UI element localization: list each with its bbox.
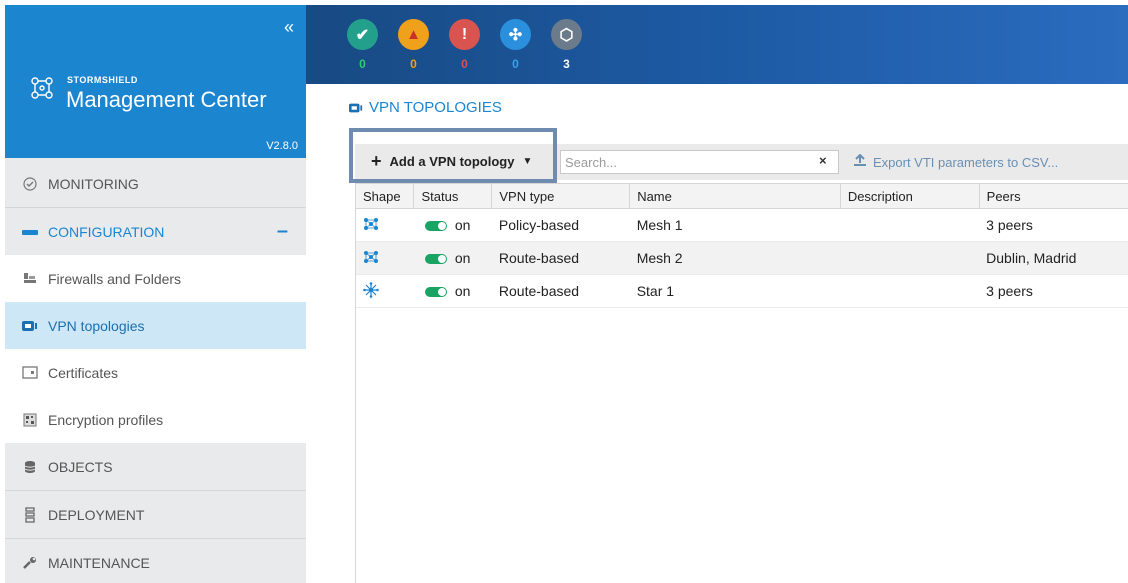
database-icon xyxy=(22,459,38,475)
vpn-type-cell: Route-based xyxy=(491,241,630,275)
shape-cell xyxy=(356,208,414,242)
name-cell: Mesh 2 xyxy=(629,241,841,275)
star-icon xyxy=(363,281,379,298)
nav-objects[interactable]: OBJECTS xyxy=(5,443,306,490)
certificate-icon xyxy=(22,365,38,381)
nav-configuration[interactable]: CONFIGURATION – xyxy=(5,208,306,255)
sidebar-item-firewalls[interactable]: Firewalls and Folders xyxy=(5,255,306,302)
version-label: V2.8.0 xyxy=(266,140,298,152)
vpn-type-cell: Policy-based xyxy=(491,208,630,242)
page-title: VPN TOPOLOGIES xyxy=(369,99,502,116)
wrench-icon xyxy=(22,555,38,571)
sidebar-item-label: VPN topologies xyxy=(48,317,145,334)
error-icon[interactable]: ! xyxy=(449,19,480,50)
sidebar: « STORMSHIELD Management Center V2.8.0 M… xyxy=(5,5,306,583)
vpn-icon xyxy=(22,318,38,334)
peers-cell: 3 peers xyxy=(979,208,1128,242)
page-header: VPN TOPOLOGIES xyxy=(349,99,502,116)
encryption-icon xyxy=(22,412,38,428)
nav-maintenance-label: MAINTENANCE xyxy=(48,554,150,571)
upload-icon xyxy=(853,153,867,170)
peers-cell: Dublin, Madrid xyxy=(979,241,1128,275)
description-cell xyxy=(840,208,980,242)
nav-monitoring[interactable]: MONITORING xyxy=(5,160,306,207)
vpn-icon xyxy=(349,103,363,112)
vpn-topology-table: Shape Status VPN type Name Description P… xyxy=(355,183,1128,583)
column-header-vpn-type[interactable]: VPN type xyxy=(491,183,631,209)
cube-icon[interactable]: ⬡ xyxy=(551,19,582,50)
status-toggle[interactable] xyxy=(424,254,447,265)
nav-monitoring-label: MONITORING xyxy=(48,175,139,192)
description-cell xyxy=(840,274,980,308)
sidebar-item-label: Certificates xyxy=(48,364,119,381)
search-input[interactable] xyxy=(560,150,839,174)
network-count: 0 xyxy=(512,57,519,71)
cube-count: 3 xyxy=(563,57,570,71)
warning-icon[interactable]: ▲ xyxy=(398,19,429,50)
error-count: 0 xyxy=(461,57,468,71)
nav-configuration-label: CONFIGURATION xyxy=(48,223,165,240)
highlight-frame xyxy=(349,128,557,183)
network-icon[interactable]: ✣ xyxy=(500,19,531,50)
configuration-icon xyxy=(22,224,38,240)
shape-cell xyxy=(356,274,414,308)
column-header-shape[interactable]: Shape xyxy=(356,183,415,209)
ok-count: 0 xyxy=(359,57,366,71)
status-label: on xyxy=(454,250,471,266)
sidebar-item-label: Firewalls and Folders xyxy=(48,270,182,287)
status-toggle[interactable] xyxy=(424,221,447,232)
status-cell: on xyxy=(413,208,492,242)
firewall-icon xyxy=(22,271,38,287)
column-header-name[interactable]: Name xyxy=(629,183,841,209)
nav-maintenance[interactable]: MAINTENANCE xyxy=(5,539,306,583)
status-label: on xyxy=(454,217,471,233)
table-row[interactable]: on Route-based Star 1 3 peers xyxy=(356,274,1128,308)
table-row[interactable]: on Route-based Mesh 2 Dublin, Madrid xyxy=(356,241,1128,275)
nav-deployment[interactable]: DEPLOYMENT xyxy=(5,491,306,538)
clear-search-icon[interactable]: × xyxy=(819,153,827,168)
export-vti-label: Export VTI parameters to CSV... xyxy=(873,154,1059,170)
sidebar-header: « STORMSHIELD Management Center V2.8.0 xyxy=(5,5,306,158)
stormshield-logo-icon xyxy=(31,77,53,99)
table-row[interactable]: on Policy-based Mesh 1 3 peers xyxy=(356,208,1128,242)
check-icon[interactable]: ✔ xyxy=(347,19,378,50)
export-vti-button[interactable]: Export VTI parameters to CSV... xyxy=(853,153,1059,170)
status-cell: on xyxy=(413,241,492,275)
sidebar-item-vpn-topologies[interactable]: VPN topologies xyxy=(5,302,306,349)
status-cell: on xyxy=(413,274,492,308)
table-header-row: Shape Status VPN type Name Description P… xyxy=(356,183,1128,209)
brand-title: Management Center xyxy=(66,87,267,112)
top-status-bar: ✔ 0 ▲ 0 ! 0 ✣ 0 ⬡ 3 xyxy=(306,5,1128,84)
name-cell: Mesh 1 xyxy=(629,208,841,242)
mesh-icon xyxy=(364,250,378,263)
collapse-sidebar-icon[interactable]: « xyxy=(284,17,294,38)
shape-cell xyxy=(356,241,414,275)
peers-cell: 3 peers xyxy=(979,274,1128,308)
vpn-type-cell: Route-based xyxy=(491,274,630,308)
nav-deployment-label: DEPLOYMENT xyxy=(48,506,145,523)
sidebar-item-encryption-profiles[interactable]: Encryption profiles xyxy=(5,396,306,443)
collapse-section-icon[interactable]: – xyxy=(277,220,288,243)
deployment-icon xyxy=(22,506,38,523)
brand-small-text: STORMSHIELD xyxy=(67,75,138,85)
description-cell xyxy=(840,241,980,275)
status-label: on xyxy=(454,283,471,299)
column-header-peers[interactable]: Peers xyxy=(979,183,1128,209)
sidebar-item-label: Encryption profiles xyxy=(48,411,164,428)
sidebar-item-certificates[interactable]: Certificates xyxy=(5,349,306,396)
column-header-description[interactable]: Description xyxy=(840,183,980,209)
check-circle-icon xyxy=(22,176,38,192)
mesh-icon xyxy=(364,217,378,230)
nav-objects-label: OBJECTS xyxy=(48,458,113,475)
warning-count: 0 xyxy=(410,57,417,71)
status-toggle[interactable] xyxy=(424,287,447,298)
name-cell: Star 1 xyxy=(629,274,841,308)
column-header-status[interactable]: Status xyxy=(413,183,493,209)
